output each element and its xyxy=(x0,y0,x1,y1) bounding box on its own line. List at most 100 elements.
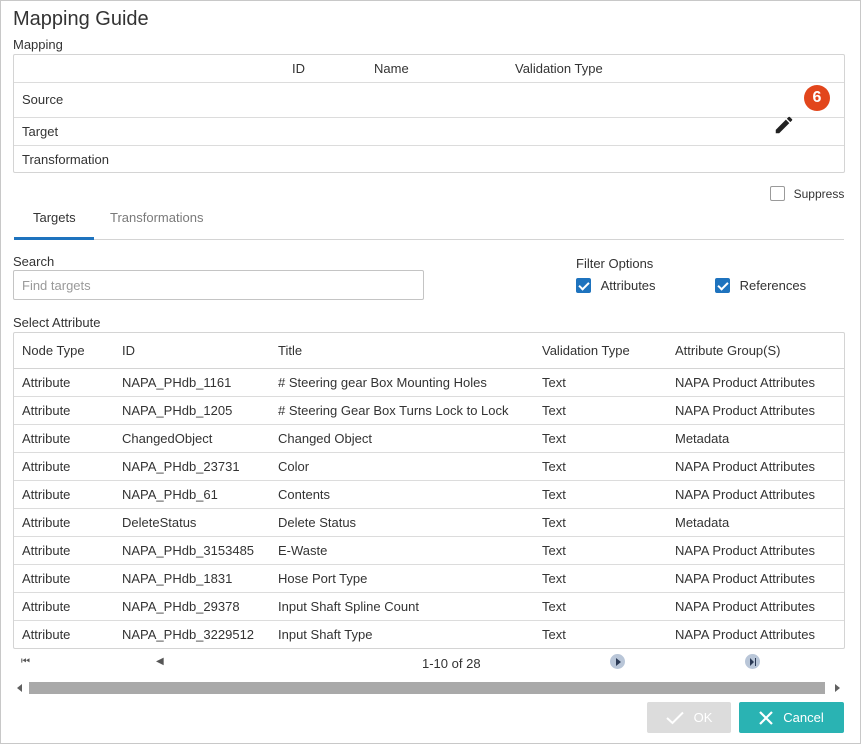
mapping-header-validation-type: Validation Type xyxy=(515,61,603,76)
suppress-label: Suppress xyxy=(793,186,845,201)
ok-button[interactable]: OK xyxy=(647,702,731,733)
cell-attribute-group: NAPA Product Attributes xyxy=(675,459,815,474)
table-row[interactable]: Attribute NAPA_PHdb_23731 Color Text NAPA Pr… xyxy=(14,453,844,481)
select-attribute-label: Select Attribute xyxy=(13,315,101,330)
scroll-left-arrow-icon[interactable] xyxy=(17,684,22,692)
table-row[interactable]: Attribute NAPA_PHdb_1205 # Steering Gear B… xyxy=(14,397,844,425)
cell-attribute-group: Metadata xyxy=(675,515,730,530)
cell-validation-type: Text xyxy=(542,487,566,502)
suppress-checkbox-group[interactable]: Suppress xyxy=(770,185,845,202)
cell-node-type: Attribute xyxy=(22,487,71,502)
mapping-row-label: Source xyxy=(22,92,64,107)
search-label: Search xyxy=(13,254,55,269)
cell-validation-type: Text xyxy=(542,627,566,642)
mapping-header-id: ID xyxy=(292,61,305,76)
tab-active-indicator xyxy=(14,237,94,240)
table-row[interactable]: Attribute NAPA_PHdb_1161 # Steering gear B… xyxy=(14,369,844,397)
header-attribute-group[interactable]: Attribute Group(S) xyxy=(675,343,781,358)
cell-id: DeleteStatus xyxy=(122,515,197,530)
cell-attribute-group: NAPA Product Attributes xyxy=(675,487,815,502)
cancel-button[interactable]: Cancel xyxy=(739,702,844,733)
cell-attribute-group: NAPA Product Attributes xyxy=(675,571,815,586)
first-page-icon[interactable]: ⏮ xyxy=(21,656,30,667)
cell-node-type: Attribute xyxy=(22,459,71,474)
table-row[interactable]: Attribute DeleteStatus Delete Status Text Me… xyxy=(14,509,844,537)
scroll-right-arrow-icon[interactable] xyxy=(835,684,840,692)
cell-title: Delete Status xyxy=(278,515,357,530)
header-validation-type[interactable]: Validation Type xyxy=(542,343,630,358)
cell-title: # Steering Gear Box Turns Lock to Lock xyxy=(278,403,509,418)
mapping-section-label: Mapping xyxy=(13,37,63,52)
cell-id: NAPA_PHdb_61 xyxy=(122,487,218,502)
mapping-table: ID Name Validation Type Source Target Tr… xyxy=(13,54,845,173)
cell-validation-type: Text xyxy=(542,543,566,558)
suppress-checkbox[interactable] xyxy=(770,186,785,202)
cell-id: ChangedObject xyxy=(122,431,213,446)
cell-validation-type: Text xyxy=(542,515,566,530)
cell-node-type: Attribute xyxy=(22,543,71,558)
attribute-table-header: Node Type ID Title Validation Type Attri… xyxy=(14,333,844,369)
tab-divider xyxy=(14,239,844,240)
table-row[interactable]: Attribute NAPA_PHdb_1831 Hose Port Type Tex… xyxy=(14,565,844,593)
cell-title: Input Shaft Type xyxy=(278,627,373,642)
step-badge: 6 xyxy=(804,85,830,111)
last-page-icon[interactable] xyxy=(745,654,760,669)
dialog-title: Mapping Guide xyxy=(13,8,149,30)
cell-id: NAPA_PHdb_1205 xyxy=(122,403,233,418)
cell-attribute-group: NAPA Product Attributes xyxy=(675,543,815,558)
cancel-button-label: Cancel xyxy=(783,710,824,725)
tab-targets[interactable]: Targets xyxy=(33,210,76,225)
mapping-row-transformation[interactable]: Transformation xyxy=(14,146,844,172)
cell-validation-type: Text xyxy=(542,403,566,418)
table-row[interactable]: Attribute NAPA_PHdb_29378 Input Shaft Spli… xyxy=(14,593,844,621)
scrollbar-thumb[interactable] xyxy=(29,682,825,694)
attributes-checkbox[interactable] xyxy=(576,278,591,294)
attribute-table: Node Type ID Title Validation Type Attri… xyxy=(13,332,845,649)
filter-attributes-group[interactable]: Attributes xyxy=(576,277,656,294)
cell-node-type: Attribute xyxy=(22,431,71,446)
mapping-row-target[interactable]: Target xyxy=(14,118,844,146)
cell-id: NAPA_PHdb_1161 xyxy=(122,375,232,390)
pager-info: 1-10 of 28 xyxy=(422,656,481,671)
header-title[interactable]: Title xyxy=(278,343,302,358)
table-row[interactable]: Attribute NAPA_PHdb_61 Contents Text NAPA Pr… xyxy=(14,481,844,509)
mapping-guide-dialog: Mapping Guide Mapping ID Name Validation… xyxy=(0,0,861,744)
table-row[interactable]: Attribute NAPA_PHdb_3229512 Input Shaft Ty… xyxy=(14,621,844,648)
table-row[interactable]: Attribute NAPA_PHdb_3153485 E-Waste Text NAP… xyxy=(14,537,844,565)
cell-node-type: Attribute xyxy=(22,375,71,390)
cell-title: Hose Port Type xyxy=(278,571,368,586)
cell-validation-type: Text xyxy=(542,431,566,446)
previous-page-icon[interactable]: ◀ xyxy=(156,656,164,667)
mapping-table-header: ID Name Validation Type xyxy=(14,55,844,83)
checkmark-icon xyxy=(665,711,684,724)
cell-validation-type: Text xyxy=(542,571,566,586)
cell-title: # Steering gear Box Mounting Holes xyxy=(278,375,487,390)
cell-node-type: Attribute xyxy=(22,403,71,418)
cell-id: NAPA_PHdb_3229512 xyxy=(122,627,255,642)
horizontal-scrollbar[interactable] xyxy=(13,681,843,695)
cell-title: Input Shaft Spline Count xyxy=(278,599,419,614)
mapping-row-label: Target xyxy=(22,124,59,139)
mapping-row-label: Transformation xyxy=(22,152,109,167)
header-id[interactable]: ID xyxy=(122,343,135,358)
mapping-header-name: Name xyxy=(374,61,409,76)
cell-attribute-group: NAPA Product Attributes xyxy=(675,599,815,614)
cell-validation-type: Text xyxy=(542,375,566,390)
cell-attribute-group: NAPA Product Attributes xyxy=(675,627,815,642)
ok-button-label: OK xyxy=(693,710,713,725)
references-checkbox[interactable] xyxy=(715,278,730,294)
cell-node-type: Attribute xyxy=(22,515,71,530)
close-icon xyxy=(759,710,774,725)
tab-transformations[interactable]: Transformations xyxy=(110,210,203,225)
cell-node-type: Attribute xyxy=(22,571,71,586)
attributes-checkbox-label: Attributes xyxy=(600,278,656,294)
filter-options-label: Filter Options xyxy=(576,256,654,271)
search-input[interactable] xyxy=(13,270,424,300)
mapping-row-source[interactable]: Source xyxy=(14,83,844,134)
next-page-icon[interactable] xyxy=(610,654,625,669)
cell-node-type: Attribute xyxy=(22,599,71,614)
cell-id: NAPA_PHdb_29378 xyxy=(122,599,240,614)
header-node-type[interactable]: Node Type xyxy=(22,343,85,358)
table-row[interactable]: Attribute ChangedObject Changed Object Text… xyxy=(14,425,844,453)
filter-references-group[interactable]: References xyxy=(715,277,806,294)
